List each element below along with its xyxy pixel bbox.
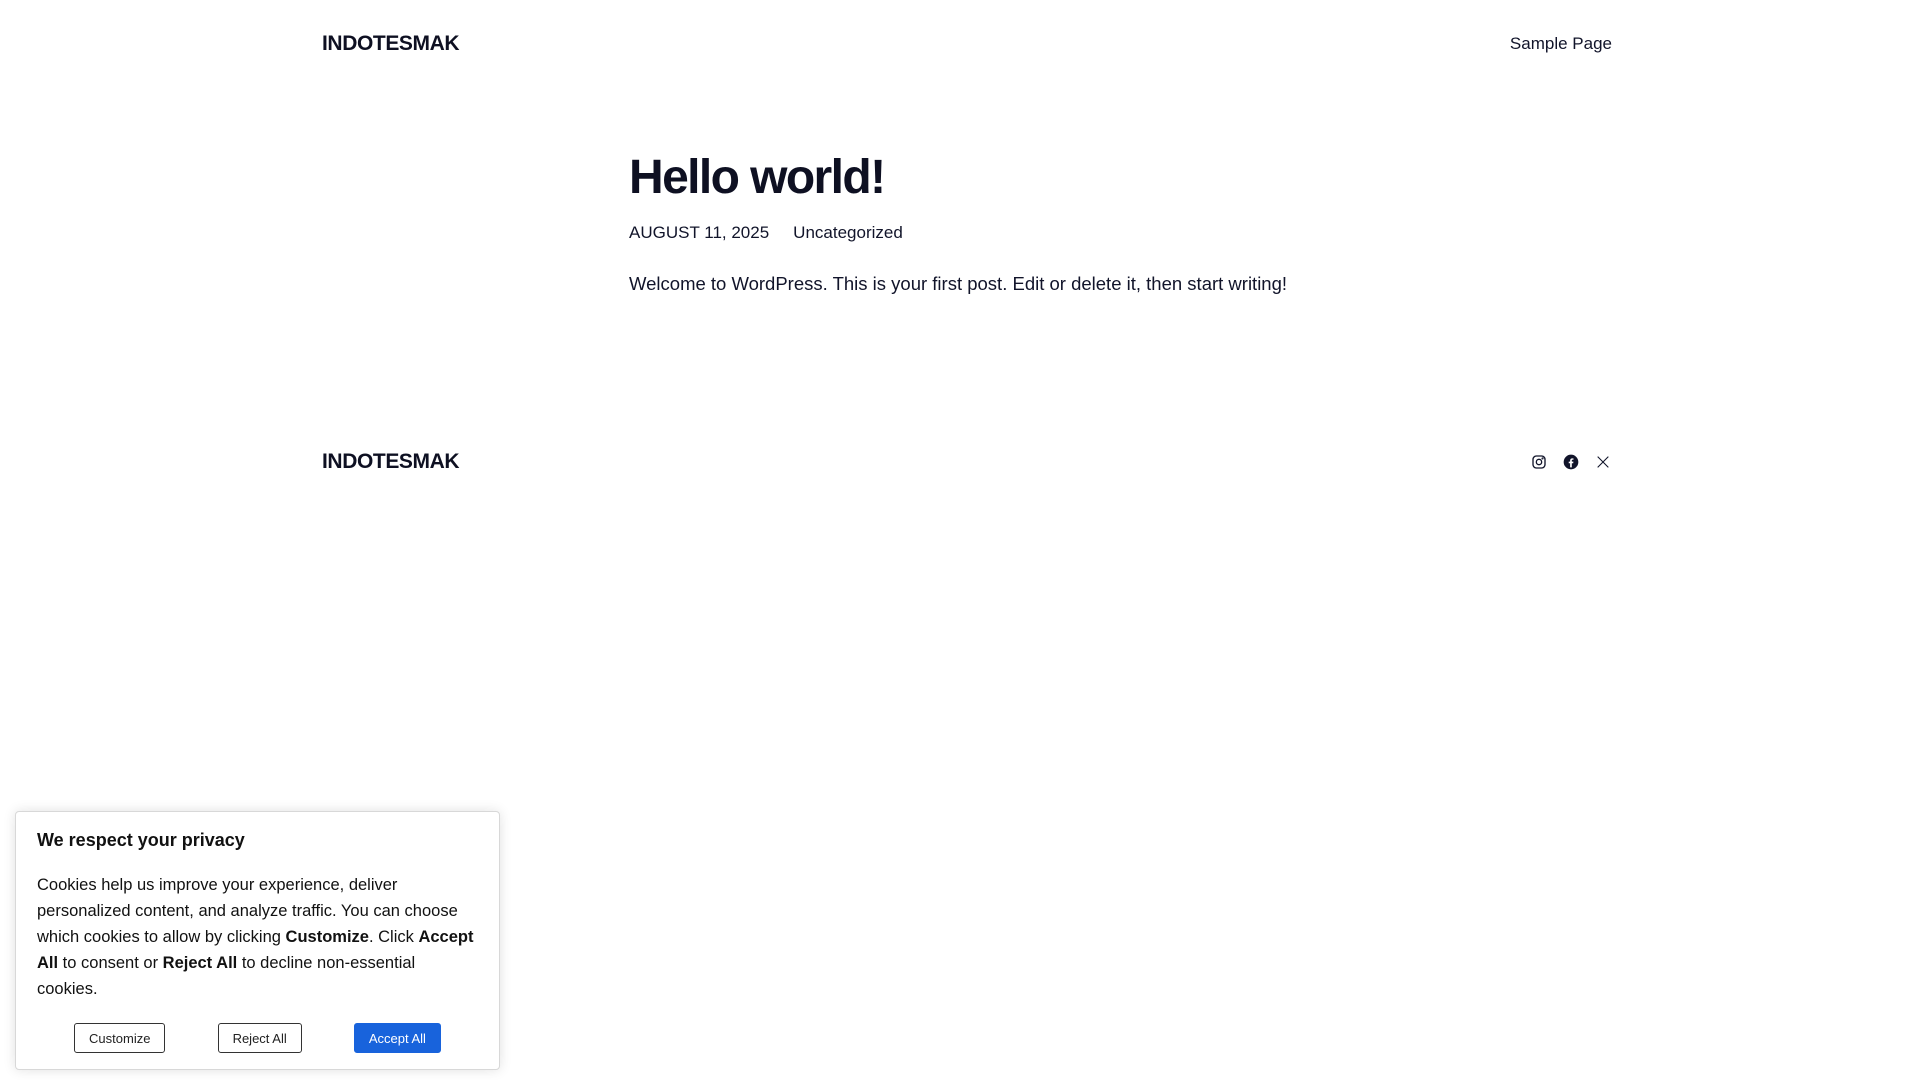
cookie-text-part-2: . Click: [368, 928, 419, 946]
nav-item-sample-page[interactable]: Sample Page: [1510, 34, 1612, 53]
cookie-actions: Customize Reject All Accept All: [16, 1023, 499, 1053]
facebook-icon[interactable]: [1562, 453, 1580, 471]
cookie-banner-text: Cookies help us improve your experience,…: [37, 872, 479, 1002]
reject-all-button[interactable]: Reject All: [217, 1023, 302, 1053]
cookie-text-part-3: to consent or: [58, 954, 163, 972]
social-links: [1530, 453, 1612, 471]
post-content: Welcome to WordPress. This is your first…: [629, 273, 1288, 295]
cookie-text-reject: Reject All: [162, 954, 238, 972]
customize-button[interactable]: Customize: [74, 1023, 166, 1053]
cookie-text-customize: Customize: [285, 928, 369, 946]
footer-site-title-link[interactable]: INDOTESMAK: [322, 450, 460, 474]
instagram-icon[interactable]: [1530, 453, 1548, 471]
site-header: INDOTESMAK Sample Page: [322, 28, 1612, 60]
x-icon[interactable]: [1594, 453, 1612, 471]
cookie-banner-title: We respect your privacy: [37, 830, 245, 850]
post-meta: AUGUST 11, 2025 Uncategorized: [629, 223, 1329, 243]
accept-all-button[interactable]: Accept All: [353, 1023, 441, 1053]
cookie-consent-banner: We respect your privacy Cookies help us …: [15, 811, 500, 1070]
site-footer: INDOTESMAK: [322, 446, 1612, 478]
post-category-link[interactable]: Uncategorized: [793, 223, 903, 243]
site-title-link[interactable]: INDOTESMAK: [322, 32, 460, 56]
post-title: Hello world!: [629, 151, 886, 204]
page: INDOTESMAK Sample Page Hello world! AUGU…: [0, 0, 1920, 1080]
post-date: AUGUST 11, 2025: [629, 223, 770, 243]
main-navigation: Sample Page: [1510, 34, 1612, 54]
post: Hello world! AUGUST 11, 2025 Uncategoriz…: [629, 150, 1329, 297]
